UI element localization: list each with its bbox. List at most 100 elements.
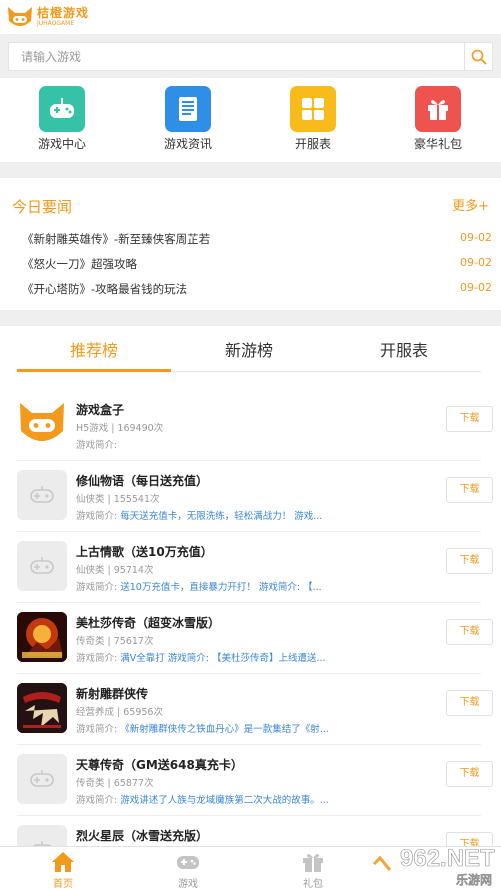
nav-gift-pack[interactable]: 豪华礼包 — [398, 86, 478, 152]
nav-label: 游戏中心 — [37, 137, 86, 151]
game-row[interactable]: 美杜莎传奇（超变冰雪版） 传奇类 | 75617次 游戏简介: 满V全靠打 游戏… — [17, 603, 493, 674]
game-meta: 仙侠类 | 155541次 — [76, 494, 160, 505]
nav-label: 豪华礼包 — [413, 137, 462, 151]
news-section: 今日要闻 更多+ 《新射雕英雄传》-新至臻侠客周芷若 09-02 《怒火一刀》超… — [0, 178, 501, 310]
game-desc-text: 《新射雕群侠传之铁血丹心》是一款集结了《射... — [120, 724, 329, 735]
download-button[interactable]: 下载 — [446, 690, 493, 716]
bottom-nav-home[interactable]: 首页 — [28, 851, 98, 890]
quick-nav: 游戏中心 游戏资讯 开服表 豪华礼包 — [0, 78, 501, 162]
game-desc: 游戏简介: 《新射雕群侠传之铁血丹心》是一款集结了《射... — [76, 721, 356, 735]
game-name: 修仙物语（每日送充值） — [76, 474, 209, 488]
placeholder-gamepad-icon — [17, 541, 67, 591]
game-desc-text: 游戏讲述了人族与龙域魔族第二次大战的故事。... — [120, 795, 329, 806]
news-item-title: 《新射雕英雄传》-新至臻侠客周芷若 — [22, 232, 211, 246]
game-desc-prefix: 游戏简介: — [76, 653, 118, 664]
fox-logo-icon — [6, 5, 34, 29]
search-input[interactable] — [9, 43, 464, 70]
news-more-link[interactable]: 更多+ — [452, 195, 489, 214]
news-icon — [165, 86, 211, 132]
nav-label: 游戏资讯 — [163, 137, 212, 151]
news-item-date: 09-02 — [460, 281, 492, 294]
game-name: 烈火星辰（冰雪送充版） — [76, 829, 209, 843]
bottom-nav-label: 首页 — [53, 879, 73, 890]
game-name: 新射雕群侠传 — [76, 687, 149, 701]
news-item[interactable]: 《新射雕英雄传》-新至臻侠客周芷若 09-02 — [22, 231, 492, 251]
game-name: 上古情歌（送10万充值） — [76, 545, 213, 559]
game-desc-prefix: 游戏简介: — [76, 795, 118, 806]
game-desc-prefix: 游戏简介: — [76, 440, 118, 451]
gift-icon — [415, 86, 461, 132]
game-meta: 仙侠类 | 95714次 — [76, 565, 154, 576]
bottom-nav-label: 礼包 — [303, 879, 323, 890]
brand-name: 桔橙游戏 — [37, 6, 90, 20]
gift-icon — [301, 851, 325, 873]
search-box — [8, 42, 493, 71]
news-item[interactable]: 《怒火一刀》超强攻略 09-02 — [22, 256, 492, 276]
game-desc-prefix: 游戏简介: — [76, 582, 118, 593]
game-desc-text: 满V全靠打 游戏简介: 【美杜莎传奇】上线遭送... — [120, 653, 326, 664]
game-meta: H5游戏 | 169490次 — [76, 423, 164, 434]
game-row[interactable]: 修仙物语（每日送充值） 仙侠类 | 155541次 游戏简介: 每天送充值卡，无… — [17, 461, 493, 532]
news-item-title: 《怒火一刀》超强攻略 — [22, 257, 137, 271]
news-item[interactable]: 《开心塔防》-攻略最省钱的玩法 09-02 — [22, 281, 492, 301]
game-desc-text: 送10万充值卡，直接暴力开打！ 游戏简介: 【... — [120, 582, 322, 593]
game-meta: 传奇类 | 75617次 — [76, 636, 154, 647]
news-item-date: 09-02 — [460, 256, 492, 269]
game-desc-prefix: 游戏简介: — [76, 724, 118, 735]
fox-logo-icon — [17, 399, 67, 449]
game-desc: 游戏简介: — [76, 437, 356, 451]
download-button[interactable]: 下载 — [446, 761, 493, 787]
game-desc: 游戏简介: 送10万充值卡，直接暴力开打！ 游戏简介: 【... — [76, 579, 356, 593]
active-tab-indicator — [17, 369, 171, 372]
nav-game-center[interactable]: 游戏中心 — [22, 86, 102, 152]
section-divider — [0, 310, 501, 326]
ranking-tabs: 推荐榜 新游榜 开服表 — [17, 334, 481, 372]
game-desc: 游戏简介: 每天送充值卡，无限洗练，轻松满战力！ 游戏... — [76, 508, 356, 522]
tab-recommended[interactable]: 推荐榜 — [17, 334, 171, 372]
brand-logo[interactable]: 桔橙游戏 JUHAOGAME — [6, 4, 89, 30]
news-title: 今日要闻 — [12, 198, 73, 216]
placeholder-gamepad-icon — [17, 470, 67, 520]
game-art-icon — [17, 683, 67, 733]
nav-game-news[interactable]: 游戏资讯 — [148, 86, 228, 152]
nav-label: 开服表 — [294, 137, 331, 151]
search-button[interactable] — [464, 43, 492, 70]
game-meta: 传奇类 | 65877次 — [76, 778, 154, 789]
game-meta: 经营养成 | 65956次 — [76, 707, 163, 718]
game-desc-text: 每天送充值卡，无限洗练，轻松满战力！ 游戏... — [120, 511, 323, 522]
game-desc: 游戏简介: 满V全靠打 游戏简介: 【美杜莎传奇】上线遭送... — [76, 650, 356, 664]
tab-server-list[interactable]: 开服表 — [327, 334, 481, 372]
news-item-title: 《开心塔防》-攻略最省钱的玩法 — [22, 282, 188, 296]
game-row[interactable]: 天尊传奇（GM送648真充卡） 传奇类 | 65877次 游戏简介: 游戏讲述了… — [17, 745, 493, 816]
watermark-text: 962.NET — [400, 845, 495, 872]
download-button[interactable]: 下载 — [446, 619, 493, 645]
section-divider — [0, 162, 501, 178]
tab-new-games[interactable]: 新游榜 — [172, 334, 326, 372]
game-art-icon — [17, 612, 67, 662]
download-button[interactable]: 下载 — [446, 406, 493, 432]
app-header: 桔橙游戏 JUHAOGAME — [0, 0, 501, 34]
download-button[interactable]: 下载 — [446, 548, 493, 574]
news-item-date: 09-02 — [460, 231, 492, 244]
bottom-nav-gifts[interactable]: 礼包 — [278, 851, 348, 890]
placeholder-gamepad-icon — [17, 825, 67, 846]
placeholder-gamepad-icon — [17, 754, 67, 804]
search-icon — [471, 49, 486, 64]
watermark-subtext: 乐游网 — [456, 872, 492, 887]
download-button[interactable]: 下载 — [446, 477, 493, 503]
game-desc-prefix: 游戏简介: — [76, 511, 118, 522]
nav-server-list[interactable]: 开服表 — [273, 86, 353, 152]
game-row[interactable]: 上古情歌（送10万充值） 仙侠类 | 95714次 游戏简介: 送10万充值卡，… — [17, 532, 493, 603]
ranking-section: 推荐榜 新游榜 开服表 游戏盒子 H5游戏 | 169490次 游戏简介: 下载… — [0, 326, 501, 846]
game-name: 天尊传奇（GM送648真充卡） — [76, 758, 243, 772]
bottom-nav-games[interactable]: 游戏 — [153, 851, 223, 890]
search-bar — [0, 34, 501, 78]
brand-name-en: JUHAOGAME — [37, 20, 75, 27]
watermark-logo: 962.NET 乐游网 — [360, 838, 501, 890]
home-icon — [51, 851, 75, 873]
gamepad-icon — [39, 86, 85, 132]
game-row[interactable]: 新射雕群侠传 经营养成 | 65956次 游戏简介: 《新射雕群侠传之铁血丹心》… — [17, 674, 493, 745]
grid-icon — [290, 86, 336, 132]
game-row[interactable]: 游戏盒子 H5游戏 | 169490次 游戏简介: 下载 — [17, 390, 493, 461]
game-name: 美杜莎传奇（超变冰雪版） — [76, 616, 221, 630]
